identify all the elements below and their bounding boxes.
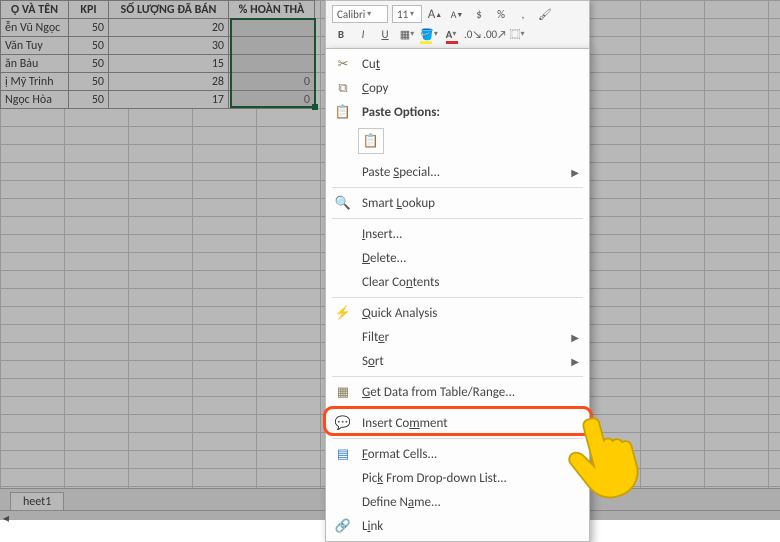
shrink-font-button[interactable]: A▼ [448, 5, 466, 23]
paste-default-icon[interactable]: 📋 [358, 128, 384, 154]
font-selector[interactable]: Calibri ▾ [332, 5, 388, 23]
separator [332, 297, 583, 298]
menu-get-data[interactable]: ▦ Get Data from Table/Range... [326, 380, 589, 404]
link-icon: 🔗 [332, 516, 354, 536]
grow-font-button[interactable]: A▲ [426, 5, 444, 23]
chevron-down-icon: ▾ [408, 9, 414, 19]
format-painter-icon[interactable]: 🖌 [536, 5, 554, 23]
menu-paste-special[interactable]: Paste Special... ▶ [326, 160, 589, 184]
font-size-selector[interactable]: 11 ▾ [392, 5, 422, 23]
context-menu[interactable]: ✂ Cut ⧉ Copy 📋 Paste Options: 📋 Paste Sp… [325, 48, 590, 542]
scissors-icon: ✂ [332, 54, 354, 74]
separator [332, 218, 583, 219]
menu-clear-contents[interactable]: Clear Contents [326, 270, 589, 294]
search-icon: 🔍 [332, 193, 354, 213]
header-name: Ọ VÀ TÊN [1, 1, 69, 19]
separator [332, 376, 583, 377]
menu-insert[interactable]: Insert... [326, 222, 589, 246]
header-kpi: KPI [69, 1, 109, 19]
menu-pick-dropdown[interactable]: Pick From Drop-down List... [326, 466, 589, 490]
comment-icon: 💬 [332, 413, 354, 433]
menu-copy[interactable]: ⧉ Copy [326, 76, 589, 100]
quick-analysis-icon: ⚡ [332, 303, 354, 323]
menu-delete[interactable]: Delete... [326, 246, 589, 270]
table-icon: ▦ [332, 382, 354, 402]
font-name: Calibri [337, 8, 365, 21]
border-button[interactable]: ▦▾ [398, 25, 416, 43]
menu-define-name[interactable]: Define Name... [326, 490, 589, 514]
merge-button[interactable]: ⿴▾ [508, 25, 526, 43]
italic-button[interactable]: I [354, 25, 372, 43]
header-pct: % HOÀN THÀ [229, 1, 315, 19]
separator [332, 187, 583, 188]
sheet-tab[interactable]: heet1 [10, 492, 64, 511]
percent-icon[interactable]: % [492, 5, 510, 23]
menu-smart-lookup[interactable]: 🔍 Smart Lookup [326, 191, 589, 215]
menu-cut[interactable]: ✂ Cut [326, 52, 589, 76]
currency-icon[interactable]: $ [470, 5, 488, 23]
scroll-left-icon[interactable]: ◀ [0, 514, 12, 524]
menu-format-cells[interactable]: ▤ Format Cells... [326, 442, 589, 466]
font-size: 11 [397, 8, 408, 21]
copy-icon: ⧉ [332, 78, 354, 98]
header-sold: SỐ LƯỢNG ĐÃ BÁN [109, 1, 229, 19]
chevron-right-icon: ▶ [571, 166, 579, 179]
comma-icon[interactable]: , [514, 5, 532, 23]
menu-sort[interactable]: Sort ▶ [326, 349, 589, 373]
menu-link[interactable]: 🔗 Link [326, 514, 589, 538]
bold-button[interactable]: B [332, 25, 350, 43]
font-color-button[interactable]: A ▾ [442, 25, 460, 43]
chevron-down-icon: ▾ [365, 9, 371, 19]
chevron-right-icon: ▶ [571, 331, 579, 344]
mini-toolbar[interactable]: Calibri ▾ 11 ▾ A▲ A▼ $ % , 🖌 B I U ▦▾ 🪣 … [325, 0, 590, 49]
underline-button[interactable]: U [376, 25, 394, 43]
separator [332, 407, 583, 408]
format-cells-icon: ▤ [332, 444, 354, 464]
cell-selection[interactable] [230, 18, 316, 108]
menu-paste-options: 📋 Paste Options: [326, 100, 589, 124]
clipboard-icon: 📋 [332, 102, 354, 122]
fill-color-button[interactable]: 🪣 ▾ [420, 25, 438, 43]
increase-decimal-button[interactable]: .00↗ [486, 25, 504, 43]
chevron-right-icon: ▶ [571, 355, 579, 368]
decrease-decimal-button[interactable]: .0↘ [464, 25, 482, 43]
menu-filter[interactable]: Filter ▶ [326, 325, 589, 349]
paste-options-row: 📋 [326, 124, 589, 160]
separator [332, 438, 583, 439]
menu-quick-analysis[interactable]: ⚡ Quick Analysis [326, 301, 589, 325]
